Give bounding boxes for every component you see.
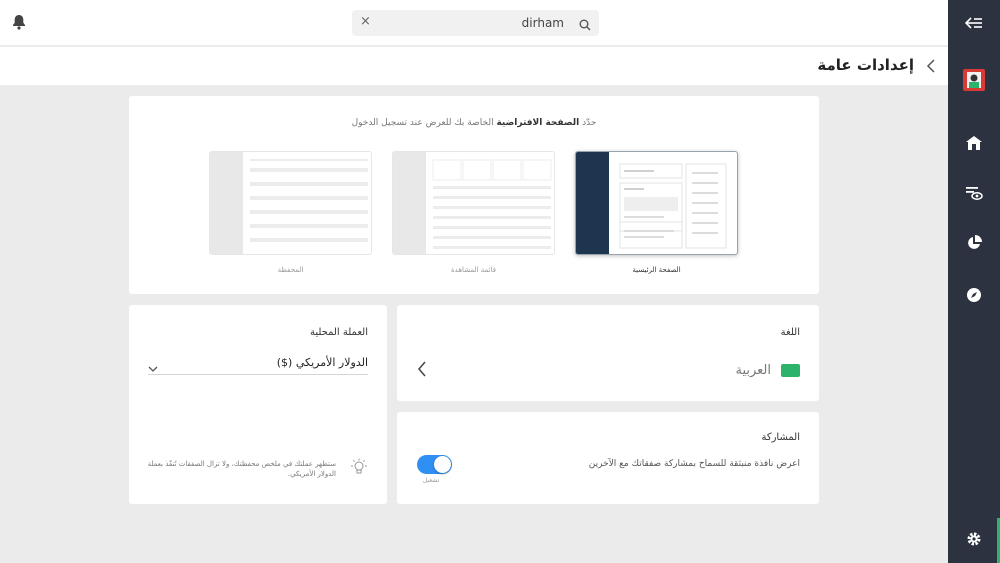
chevron-left-icon[interactable]: [926, 58, 936, 77]
currency-select[interactable]: الدولار الأمريكي ($): [148, 354, 368, 375]
home-icon[interactable]: [948, 134, 1000, 152]
lightbulb-icon: [350, 458, 368, 480]
avatar[interactable]: [948, 68, 1000, 92]
discover-icon[interactable]: [948, 286, 1000, 304]
settings-gear-icon[interactable]: [948, 529, 1000, 549]
close-icon[interactable]: ×: [360, 14, 371, 29]
sharing-description: اعرض نافذة منبثقة للسماح بمشاركة صفقاتك …: [588, 459, 800, 469]
language-card[interactable]: اللغة العربية: [397, 305, 819, 401]
default-page-hint: حدّد الصفحة الافتراضية الخاصة بك للعرض ع…: [351, 118, 597, 128]
toggle-knob: [434, 456, 451, 473]
chevron-left-icon[interactable]: [417, 360, 427, 382]
default-page-card: حدّد الصفحة الافتراضية الخاصة بك للعرض ع…: [129, 96, 819, 294]
bell-icon[interactable]: [12, 14, 26, 34]
currency-note: ستظهر عملتك في ملخص محفظتك، ولا تزال الص…: [147, 460, 336, 478]
collapse-arrow-icon[interactable]: [948, 13, 1000, 33]
search-icon[interactable]: [579, 16, 591, 35]
language-value: العربية: [735, 363, 771, 378]
chevron-down-icon[interactable]: [148, 358, 158, 377]
default-option-portfolio-label: المحفظة: [277, 266, 304, 274]
search-box[interactable]: ×: [352, 10, 599, 36]
portfolio-pie-icon[interactable]: [948, 234, 1000, 252]
default-option-portfolio[interactable]: [209, 151, 372, 255]
language-title: اللغة: [780, 327, 800, 338]
page-title: إعدادات عامة: [817, 56, 914, 74]
sharing-toggle[interactable]: [417, 455, 452, 474]
sharing-card: المشاركة اعرض نافذة منبثقة للسماح بمشارك…: [397, 412, 819, 504]
default-option-home-label: الصفحة الرئيسية: [632, 266, 681, 274]
currency-selected-value: الدولار الأمريكي ($): [276, 356, 368, 369]
sharing-title: المشاركة: [761, 432, 800, 443]
search-input[interactable]: [378, 13, 564, 33]
language-flag-icon: [781, 364, 800, 377]
default-option-watchlist-label: قائمة المشاهدة: [451, 266, 496, 274]
nav-rail: [948, 0, 1000, 563]
page-header: إعدادات عامة: [0, 47, 948, 85]
currency-title: العملة المحلية: [309, 327, 368, 338]
default-option-watchlist[interactable]: [392, 151, 555, 255]
watchlist-icon[interactable]: [948, 184, 1000, 202]
currency-card: العملة المحلية الدولار الأمريكي ($) ستظه…: [129, 305, 387, 504]
top-bar: ×: [0, 0, 948, 46]
default-option-home[interactable]: [575, 151, 738, 255]
sharing-toggle-label: تشغيل: [422, 477, 440, 484]
